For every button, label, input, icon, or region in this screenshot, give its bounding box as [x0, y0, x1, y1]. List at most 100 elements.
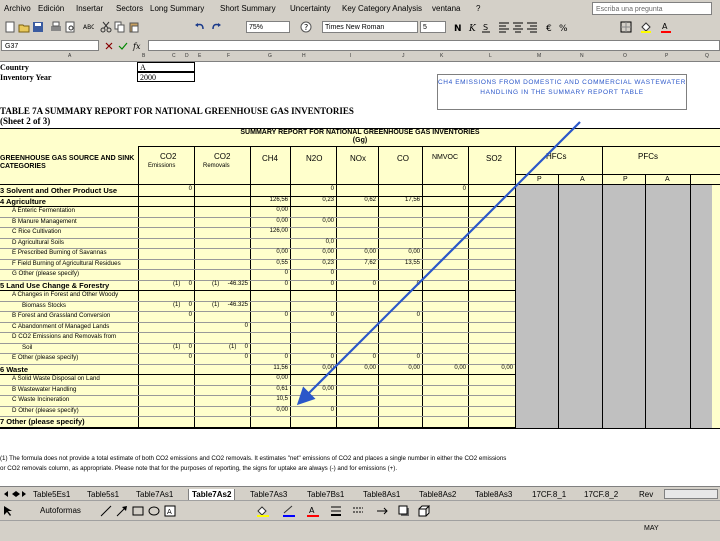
line-color-draw-icon[interactable] [282, 505, 296, 517]
help-search-input[interactable]: Escriba una pregunta [592, 2, 712, 15]
cell-co2r[interactable]: (1) -46.325 [212, 281, 248, 287]
align-center-icon[interactable] [512, 21, 524, 33]
menu-insertar[interactable]: Insertar [76, 4, 103, 13]
italic-icon[interactable]: K [466, 21, 478, 33]
cell-ch4[interactable]: 10,5 [276, 396, 288, 402]
autoshapes-menu[interactable]: Autoformas [40, 506, 81, 515]
cancel-icon[interactable] [104, 41, 114, 51]
cell-ch4[interactable]: 0,00 [276, 207, 288, 213]
cell-ch4[interactable]: 0 [285, 312, 288, 318]
font-name-select[interactable]: Times New Roman [322, 21, 418, 33]
save-icon[interactable] [32, 21, 44, 33]
cell-co[interactable]: 13,55 [405, 260, 420, 266]
tab-table5s1[interactable]: Table5s1 [84, 489, 122, 500]
cell-n2o[interactable]: 0,0 [326, 239, 334, 245]
cell-nmvoc[interactable]: 0 [463, 186, 466, 192]
cell-ch4[interactable]: 0 [285, 270, 288, 276]
arrow-style-icon[interactable] [376, 505, 388, 517]
cell-n2o[interactable]: 0,00 [322, 249, 334, 255]
open-folder-icon[interactable] [18, 21, 30, 33]
menu-sectors[interactable]: Sectors [116, 4, 143, 13]
cell-nox[interactable]: 0,00 [364, 249, 376, 255]
tab-17cf-8-2[interactable]: 17CF.8_2 [581, 489, 621, 500]
menu-help[interactable]: ? [476, 4, 480, 13]
font-size-select[interactable]: 5 [420, 21, 446, 33]
name-box[interactable]: G37 [1, 40, 99, 51]
formula-input[interactable] [148, 40, 720, 51]
tab-table8as1[interactable]: Table8As1 [360, 489, 403, 500]
print-icon[interactable] [50, 21, 62, 33]
cell-nox[interactable]: 0,00 [364, 365, 376, 371]
tab-table7as1[interactable]: Table7As1 [133, 489, 176, 500]
column-header-q[interactable]: Q [705, 53, 709, 59]
cell-n2o[interactable]: 0 [331, 407, 334, 413]
menu-long-summary[interactable]: Long Summary [150, 4, 204, 13]
cell-ch4[interactable]: 0,00 [276, 407, 288, 413]
cell-ch4[interactable]: 126,00 [270, 228, 288, 234]
column-header-f[interactable]: F [227, 53, 230, 59]
column-header-i[interactable]: I [350, 53, 351, 59]
cell-co[interactable]: 17,56 [405, 197, 420, 203]
cell-ch4[interactable]: 0,00 [276, 375, 288, 381]
cell-ch4[interactable]: 0,55 [276, 260, 288, 266]
horizontal-scrollbar[interactable] [664, 489, 718, 499]
cell-ch4[interactable]: 0 [285, 354, 288, 360]
textbox-tool-icon[interactable]: A [164, 505, 176, 517]
oval-tool-icon[interactable] [148, 505, 160, 517]
cell-n2o[interactable]: 0,00 [322, 365, 334, 371]
line-style-icon[interactable] [330, 505, 342, 517]
rectangle-tool-icon[interactable] [132, 505, 144, 517]
column-header-o[interactable]: O [623, 53, 627, 59]
cell-so2[interactable]: 0,00 [501, 365, 513, 371]
menu-archivo[interactable]: Archivo [4, 4, 31, 13]
cell-co[interactable]: 0 [417, 281, 420, 287]
column-header-d[interactable]: D [185, 53, 189, 59]
tab-table7bs1[interactable]: Table7Bs1 [304, 489, 347, 500]
column-header-p[interactable]: P [665, 53, 668, 59]
cell-n2o[interactable]: 0 [331, 281, 334, 287]
fill-color-draw-icon[interactable] [256, 505, 270, 517]
line-tool-icon[interactable] [100, 505, 112, 517]
cell-n2o[interactable]: 0,00 [322, 218, 334, 224]
currency-icon[interactable]: € [544, 21, 556, 33]
cell-co[interactable]: 0,00 [408, 365, 420, 371]
menu-key-category-analysis[interactable]: Key Category Analysis [342, 4, 422, 13]
cell-ch4[interactable]: 0,00 [276, 249, 288, 255]
cell-nox[interactable]: 7,62 [364, 260, 376, 266]
cell-ch4[interactable]: 0,61 [276, 386, 288, 392]
cell-co2r[interactable]: 0 [245, 354, 248, 360]
cell-nox[interactable]: 0 [373, 354, 376, 360]
cell-ch4[interactable]: 0 [285, 281, 288, 287]
fill-color-icon[interactable] [640, 21, 652, 33]
function-icon[interactable]: fx [132, 41, 144, 51]
redo-icon[interactable] [210, 21, 222, 33]
borders-icon[interactable] [620, 21, 632, 33]
cell-n2o[interactable]: 0 [331, 186, 334, 192]
align-left-icon[interactable] [498, 21, 510, 33]
underline-icon[interactable]: S [480, 21, 492, 33]
tab-17cf-8-1[interactable]: 17CF.8_1 [529, 489, 569, 500]
cell-n2o[interactable]: 0,00 [322, 386, 334, 392]
cell-nmvoc[interactable]: 0,00 [454, 365, 466, 371]
shadow-icon[interactable] [398, 505, 410, 517]
cell-ch4[interactable]: 0,00 [276, 218, 288, 224]
column-header-m[interactable]: M [537, 53, 541, 59]
tab-table8as3[interactable]: Table8As3 [472, 489, 515, 500]
cell-ch4[interactable]: 11,56 [273, 365, 288, 371]
cell-co2r[interactable]: (1) -46.325 [212, 302, 248, 308]
cell-ch4[interactable]: 126,56 [270, 197, 288, 203]
column-header-j[interactable]: J [402, 53, 405, 59]
arrow-tool-icon[interactable] [116, 505, 128, 517]
cell-nox[interactable]: 0,62 [364, 197, 376, 203]
inventory-year-value[interactable]: 2000 [137, 72, 195, 82]
tab-scroll-icon[interactable] [2, 489, 26, 499]
paste-icon[interactable] [128, 21, 140, 33]
confirm-icon[interactable] [118, 41, 128, 51]
help-icon[interactable]: ? [300, 21, 312, 33]
dash-style-icon[interactable] [352, 505, 364, 517]
percent-icon[interactable]: % [558, 21, 570, 33]
cell-co2e[interactable]: 0 [189, 354, 192, 360]
font-color-draw-icon[interactable]: A [306, 505, 320, 517]
column-header-c[interactable]: C [172, 53, 176, 59]
cell-co2e[interactable]: 0 [189, 186, 192, 192]
